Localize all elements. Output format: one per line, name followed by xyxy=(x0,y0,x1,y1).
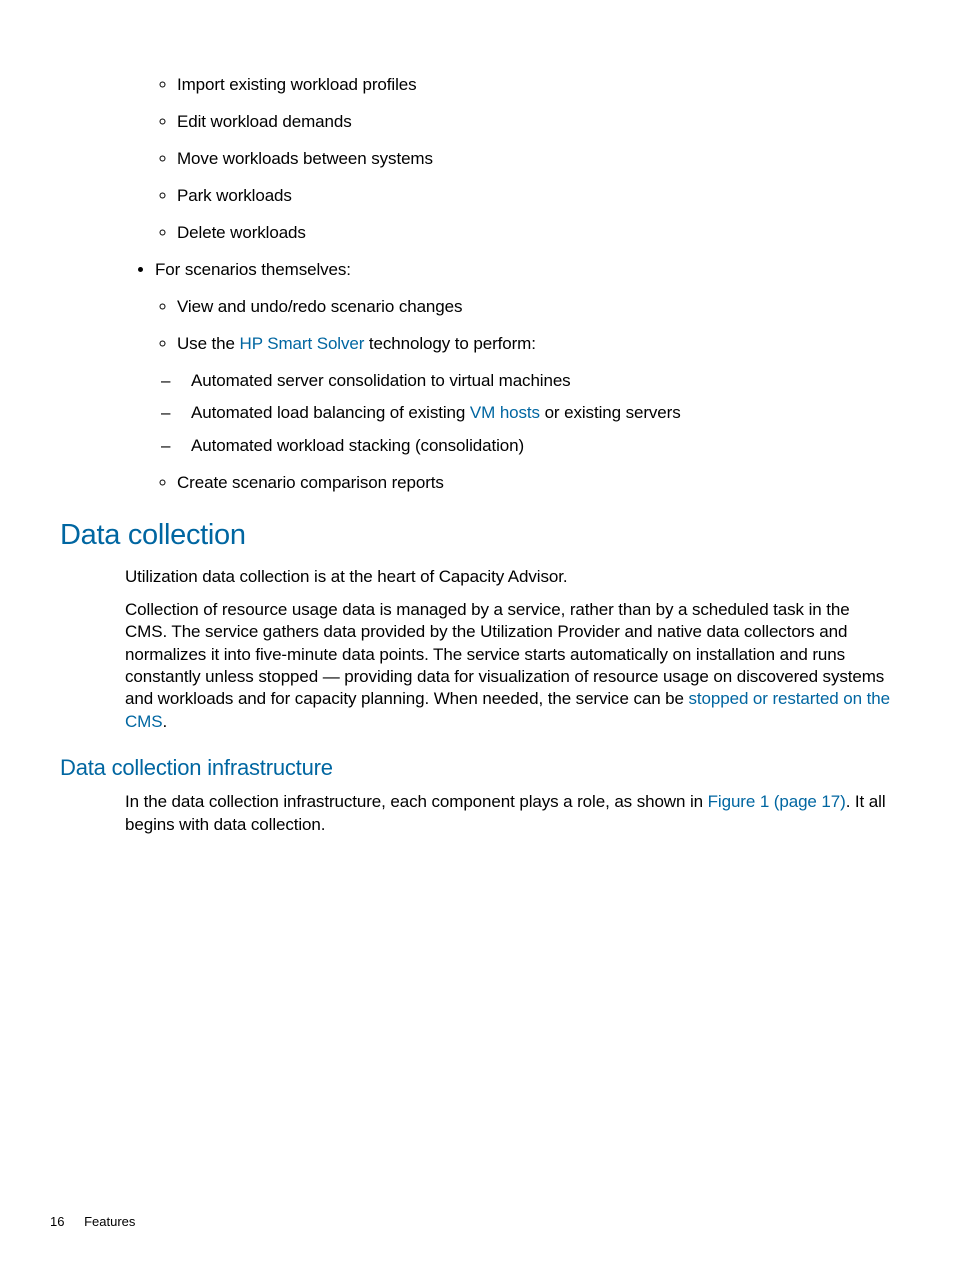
paragraph: Collection of resource usage data is man… xyxy=(125,599,894,734)
text: Automated load balancing of existing xyxy=(191,403,470,422)
list-block: Import existing workload profiles Edit w… xyxy=(125,74,894,495)
list-item: Create scenario comparison reports xyxy=(177,472,894,495)
list-item: Park workloads xyxy=(177,185,894,208)
list-item: Move workloads between systems xyxy=(177,148,894,171)
text: Use the xyxy=(177,334,240,353)
sublist-scenarios: View and undo/redo scenario changes Use … xyxy=(125,296,894,356)
heading-data-collection-infrastructure: Data collection infrastructure xyxy=(60,755,894,781)
list-item: Automated server consolidation to virtua… xyxy=(191,370,894,393)
list-item: Automated workload stacking (consolidati… xyxy=(191,435,894,458)
text: technology to perform: xyxy=(364,334,536,353)
link-figure-1[interactable]: Figure 1 (page 17) xyxy=(708,792,846,811)
paragraph: In the data collection infrastructure, e… xyxy=(125,791,894,836)
sublist-scenarios-cont: Create scenario comparison reports xyxy=(125,472,894,495)
text: . xyxy=(162,712,167,731)
document-page: Import existing workload profiles Edit w… xyxy=(0,0,954,1271)
heading-data-collection: Data collection xyxy=(60,519,894,552)
page-footer: 16 Features xyxy=(50,1214,135,1229)
list-item: Import existing workload profiles xyxy=(177,74,894,97)
paragraph: Utilization data collection is at the he… xyxy=(125,566,894,588)
footer-label: Features xyxy=(84,1214,135,1229)
sublist-workloads: Import existing workload profiles Edit w… xyxy=(125,74,894,245)
top-list: For scenarios themselves: xyxy=(125,259,894,282)
text: In the data collection infrastructure, e… xyxy=(125,792,708,811)
list-item-smart-solver: Use the HP Smart Solver technology to pe… xyxy=(177,333,894,356)
list-item: Delete workloads xyxy=(177,222,894,245)
list-item-scenarios: For scenarios themselves: xyxy=(155,259,894,282)
list-item: View and undo/redo scenario changes xyxy=(177,296,894,319)
list-item: Edit workload demands xyxy=(177,111,894,134)
dash-list: Automated server consolidation to virtua… xyxy=(125,370,894,459)
link-hp-smart-solver[interactable]: HP Smart Solver xyxy=(240,334,365,353)
list-item-vm-hosts: Automated load balancing of existing VM … xyxy=(191,402,894,425)
link-vm-hosts[interactable]: VM hosts xyxy=(470,403,540,422)
page-number: 16 xyxy=(50,1214,64,1229)
text: or existing servers xyxy=(540,403,681,422)
